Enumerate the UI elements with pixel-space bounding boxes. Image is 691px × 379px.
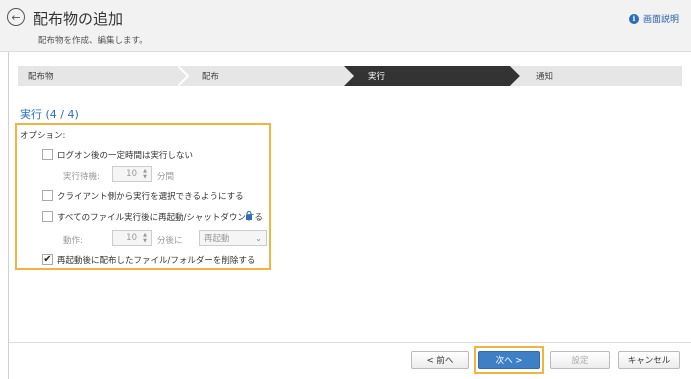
action-unit: 分後に	[157, 236, 183, 246]
chevron-down-icon: ⌄	[255, 234, 262, 243]
action-value: 10	[126, 233, 137, 243]
check-mark-icon: ✔	[43, 253, 52, 265]
logon-wait-label: ログオン後の一定時間は実行しない	[57, 151, 194, 161]
step-label: 実行	[368, 72, 386, 82]
restart-after-checkbox[interactable]	[42, 211, 53, 222]
prev-button[interactable]: < 前へ	[411, 351, 469, 369]
restart-after-label: すべてのファイル実行後に再起動/シャットダウンする	[57, 213, 263, 223]
step-notify: 通知	[510, 66, 682, 86]
action-minutes-spinner[interactable]: 10 ▲ ▼	[112, 230, 152, 246]
wait-value: 10	[126, 169, 137, 179]
footer-divider	[9, 342, 691, 343]
lock-icon	[246, 211, 252, 220]
action-label: 動作:	[63, 236, 83, 246]
header-bar: ← 配布物の追加 配布物を作成、編集します。 i 画面説明	[0, 0, 691, 52]
cancel-button[interactable]: キャンセル	[618, 351, 680, 369]
next-button[interactable]: 次へ >	[478, 351, 540, 369]
step-label: 配布	[202, 72, 220, 82]
info-icon: i	[628, 13, 639, 24]
client-choose-label: クライアント側から実行を選択できるようにする	[57, 192, 244, 202]
spinner-arrows[interactable]: ▲ ▼	[140, 168, 150, 180]
page-title: 配布物の追加	[33, 10, 124, 28]
help-link[interactable]: i 画面説明	[628, 12, 679, 25]
setting-button[interactable]: 設定	[550, 351, 610, 369]
step-execute: 実行	[344, 66, 520, 86]
left-divider	[8, 52, 9, 379]
action-select[interactable]: 再起動 ⌄	[199, 230, 267, 246]
step-distributable: 配布物	[18, 66, 188, 86]
logon-wait-checkbox[interactable]	[42, 149, 53, 160]
section-title: 実行 (4 / 4)	[20, 108, 79, 121]
wait-label: 実行待機:	[63, 172, 100, 182]
back-arrow-icon[interactable]: ←	[7, 8, 25, 26]
options-label: オプション:	[20, 131, 66, 141]
delete-after-restart-checkbox[interactable]: ✔	[42, 254, 53, 265]
client-choose-checkbox[interactable]	[42, 190, 53, 201]
spin-down-icon[interactable]: ▼	[143, 174, 147, 180]
spinner-arrows[interactable]: ▲ ▼	[140, 232, 150, 244]
wait-unit: 分間	[157, 172, 175, 182]
page-subtitle: 配布物を作成、編集します。	[38, 36, 148, 46]
wait-minutes-spinner[interactable]: 10 ▲ ▼	[112, 166, 152, 182]
step-label: 通知	[536, 72, 554, 82]
action-select-value: 再起動	[204, 234, 230, 244]
help-label: 画面説明	[642, 15, 679, 25]
step-label: 配布物	[28, 72, 54, 82]
wizard-steps: 配布物 配布 実行 通知	[18, 66, 682, 86]
spin-down-icon[interactable]: ▼	[143, 238, 147, 244]
delete-after-restart-label: 再起動後に配布したファイル/フォルダーを削除する	[57, 256, 256, 266]
step-distribution: 配布	[178, 66, 354, 86]
